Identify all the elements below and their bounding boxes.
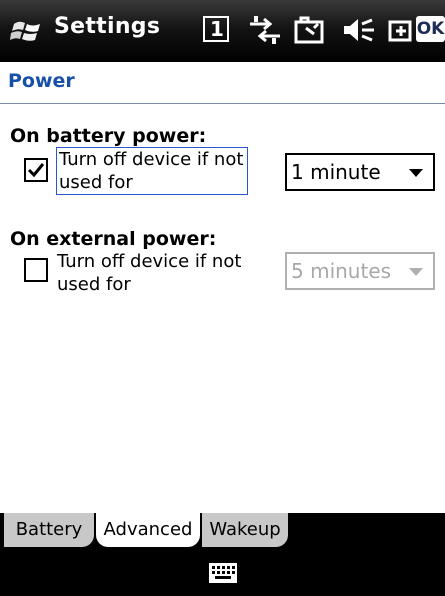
volume-muted-icon[interactable] [340, 14, 378, 46]
softkey-bar [0, 549, 445, 596]
battery-section-heading: On battery power: [10, 125, 207, 147]
app-title: Settings [54, 14, 161, 39]
toggle-icon[interactable] [386, 14, 414, 46]
checkmark-icon [27, 163, 45, 178]
ok-button[interactable]: OK [416, 16, 445, 42]
page-title: Power [8, 70, 75, 92]
battery-timeout-value: 1 minute [291, 160, 381, 184]
header-divider [0, 103, 445, 104]
tab-battery[interactable]: Battery [4, 513, 94, 547]
tab-wakeup[interactable]: Wakeup [202, 513, 288, 547]
title-bar: Settings 1 OK [0, 0, 445, 62]
external-timeout-value: 5 minutes [291, 259, 392, 283]
external-timeout-dropdown[interactable]: 5 minutes [285, 252, 435, 290]
notification-1-icon[interactable]: 1 [202, 14, 234, 46]
battery-timeout-dropdown[interactable]: 1 minute [285, 153, 435, 191]
chevron-down-icon [409, 169, 423, 177]
battery-turn-off-checkbox[interactable] [24, 158, 48, 182]
battery-icon[interactable] [292, 14, 330, 46]
external-checkbox-label[interactable]: Turn off device if not used for [57, 250, 257, 296]
ok-label: OK [416, 19, 445, 39]
battery-checkbox-label[interactable]: Turn off device if not used for [56, 147, 248, 195]
connectivity-icon[interactable] [246, 14, 284, 46]
chevron-down-icon [409, 268, 423, 276]
external-section-heading: On external power: [10, 228, 217, 250]
keyboard-icon[interactable] [208, 562, 238, 584]
external-turn-off-checkbox[interactable] [24, 258, 48, 282]
notification-number: 1 [210, 17, 224, 41]
tab-bar: Battery Advanced Wakeup [0, 513, 445, 549]
settings-screen: Settings 1 OK Power On battery power: Tu… [0, 0, 445, 596]
tab-advanced[interactable]: Advanced [96, 513, 200, 547]
windows-flag-icon[interactable] [10, 16, 44, 46]
